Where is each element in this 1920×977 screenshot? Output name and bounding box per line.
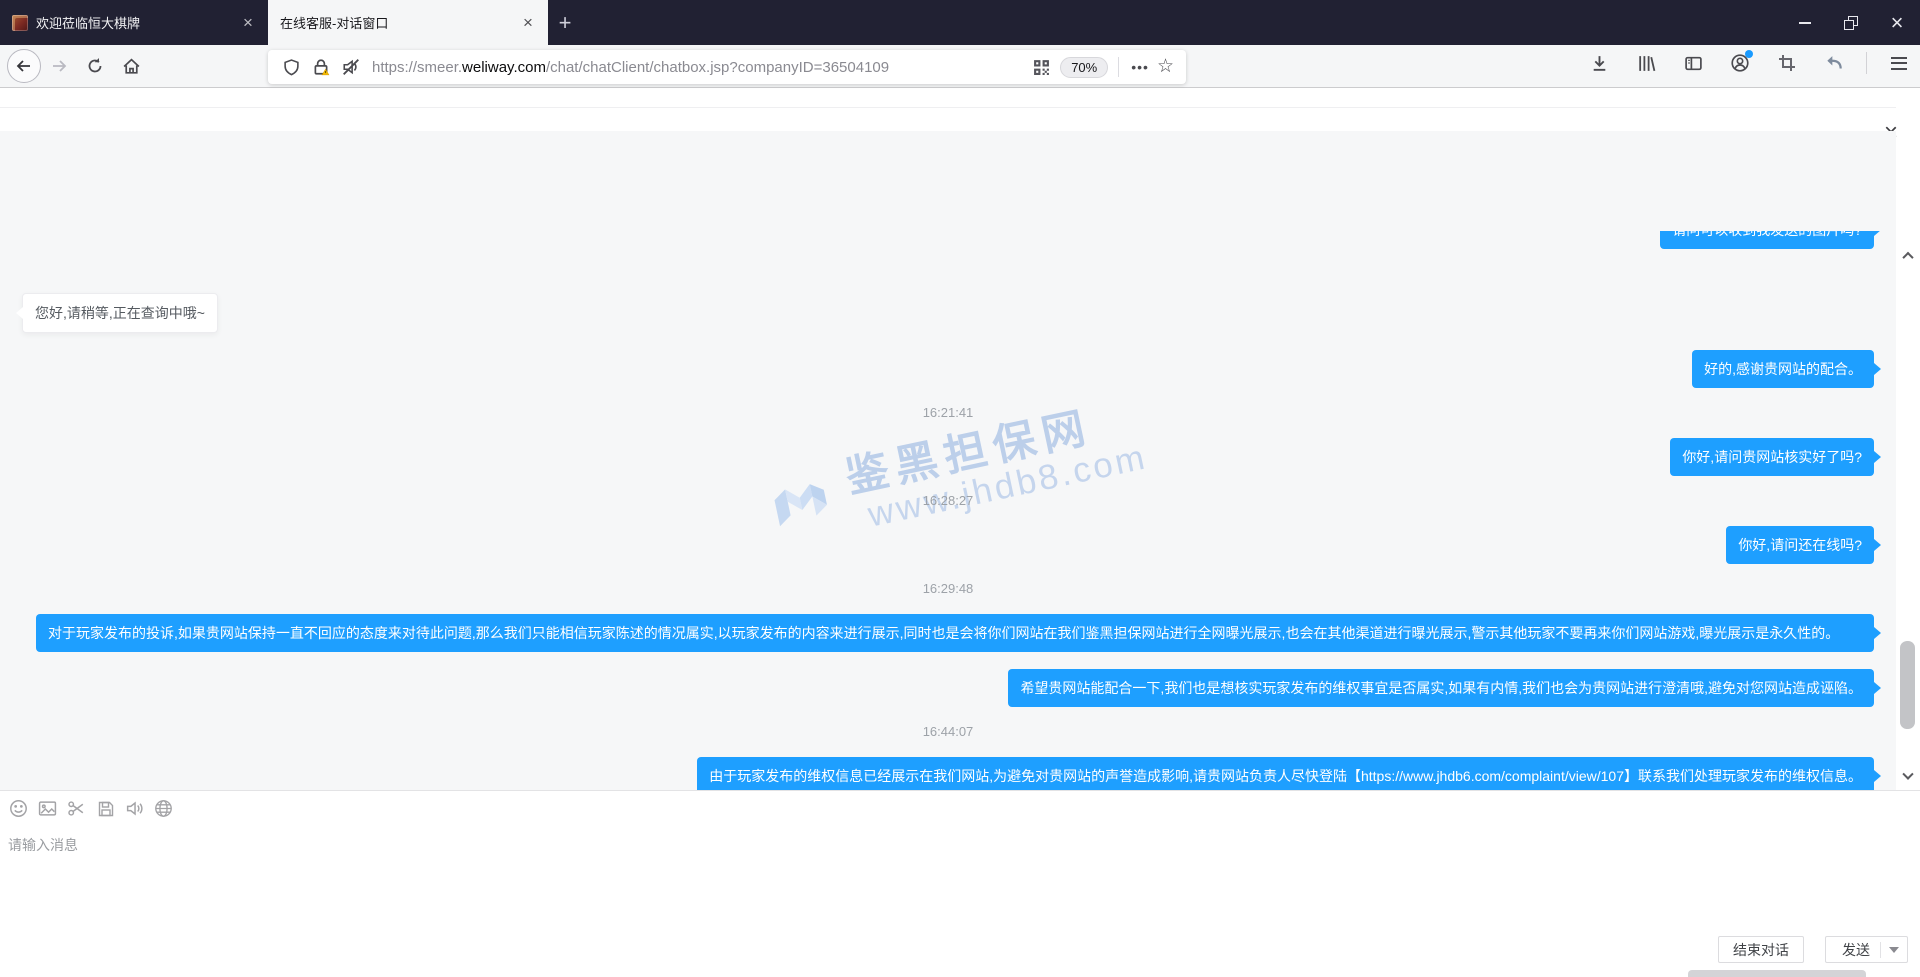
close-window-button[interactable]: × — [1874, 0, 1920, 45]
zoom-level-badge[interactable]: 70% — [1060, 57, 1108, 78]
qr-code-icon[interactable] — [1026, 52, 1056, 82]
sound-icon[interactable] — [125, 799, 144, 818]
tab-welcome[interactable]: 欢迎莅临恒大棋牌 × — [0, 0, 268, 45]
reload-button[interactable] — [77, 48, 113, 84]
message-row: 对于玩家发布的投诉,如果贵网站保持一直不回应的态度来对待此问题,那么我们只能相信… — [14, 614, 1882, 652]
close-window-icon: × — [1891, 13, 1904, 33]
chat-message-sent: 由于玩家发布的维权信息已经展示在我们网站,为避免对贵网站的声誉造成影响,请贵网站… — [697, 757, 1874, 790]
send-button-divider — [1880, 942, 1881, 958]
message-row: 你好,请问还在线吗? — [14, 526, 1882, 564]
tracking-protection-shield-icon[interactable] — [276, 52, 306, 82]
account-button[interactable] — [1725, 48, 1755, 78]
chat-message-sent: 你好,请问贵网站核实好了吗? — [1670, 438, 1874, 476]
restore-icon — [1844, 16, 1858, 30]
forward-icon — [50, 57, 68, 75]
composer-buttons: 结束对话 发送 — [1718, 936, 1908, 963]
chat-message-sent: 希望贵网站能配合一下,我们也是想核实玩家发布的维权事宜是否属实,如果有内情,我们… — [1008, 669, 1874, 707]
reload-icon — [86, 57, 104, 75]
restore-button[interactable] — [1828, 0, 1874, 45]
timestamp: 16:21:41 — [14, 405, 1882, 421]
save-icon[interactable] — [96, 799, 115, 818]
site-favicon-icon — [12, 15, 28, 31]
chat-message-sent: 对于玩家发布的投诉,如果贵网站保持一直不回应的态度来对待此问题,那么我们只能相信… — [36, 614, 1874, 652]
minimize-button[interactable] — [1782, 0, 1828, 45]
horizontal-scrollbar-thumb[interactable] — [1688, 970, 1866, 977]
tab-title: 在线客服-对话窗口 — [280, 13, 510, 32]
toolbar-separator — [1866, 52, 1867, 74]
page-actions-button[interactable]: ••• — [1131, 59, 1149, 75]
chat-message-sent: 请问可以收到我发送的图片吗? — [1660, 231, 1874, 249]
timestamp: 16:44:07 — [14, 724, 1882, 740]
url-bar[interactable]: https://smeer.weliway.com/chat/chatClien… — [268, 50, 1186, 84]
end-chat-button[interactable]: 结束对话 — [1718, 936, 1804, 963]
download-button[interactable] — [1584, 48, 1614, 78]
chat-message-received: 您好,请稍等,正在查询中哦~ — [22, 293, 218, 333]
forward-button[interactable] — [41, 48, 77, 84]
browser-titlebar: 欢迎莅临恒大棋牌 × 在线客服-对话窗口 × + × — [0, 0, 1920, 45]
chat-page: × 鉴黑担保网 www.jhdb8.com 请问可以收到我发送的图片吗?您好,请… — [0, 89, 1920, 977]
tab-chat-window[interactable]: 在线客服-对话窗口 × — [268, 0, 548, 45]
undo-button[interactable] — [1819, 48, 1849, 78]
home-button[interactable] — [113, 48, 149, 84]
message-row: 你好,请问贵网站核实好了吗? — [14, 438, 1882, 476]
composer-toolbar — [9, 799, 173, 818]
chat-message-sent: 好的,感谢贵网站的配合。 — [1692, 350, 1874, 388]
window-controls: × — [1782, 0, 1920, 45]
account-notification-dot — [1745, 50, 1753, 58]
back-button[interactable] — [7, 49, 41, 83]
screenshot-crop-button[interactable] — [1772, 48, 1802, 78]
tab-title: 欢迎莅临恒大棋牌 — [36, 13, 230, 32]
scroll-up-button[interactable] — [1896, 245, 1920, 267]
new-tab-button[interactable]: + — [548, 0, 582, 45]
autoplay-blocked-icon[interactable] — [336, 52, 366, 82]
mixed-content-lock-icon[interactable] — [306, 52, 336, 82]
message-row: 希望贵网站能配合一下,我们也是想核实玩家发布的维权事宜是否属实,如果有内情,我们… — [14, 669, 1882, 707]
urlbar-separator — [1118, 57, 1119, 77]
library-button[interactable] — [1631, 48, 1661, 78]
vertical-scrollbar[interactable] — [1896, 231, 1920, 790]
message-row: 由于玩家发布的维权信息已经展示在我们网站,为避免对贵网站的声誉造成影响,请贵网站… — [14, 757, 1882, 790]
send-button[interactable]: 发送 — [1825, 936, 1908, 963]
navigation-toolbar: https://smeer.weliway.com/chat/chatClien… — [0, 45, 1920, 88]
message-row: 好的,感谢贵网站的配合。 — [14, 350, 1882, 388]
sidebar-toggle-button[interactable] — [1678, 48, 1708, 78]
message-row: 您好,请稍等,正在查询中哦~ — [14, 293, 1882, 333]
url-text[interactable]: https://smeer.weliway.com/chat/chatClien… — [372, 59, 1026, 76]
scrollbar-thumb[interactable] — [1900, 641, 1915, 729]
emoji-icon[interactable] — [9, 799, 28, 818]
chat-messages: 请问可以收到我发送的图片吗? 您好,请稍等,正在查询中哦~ 好的,感谢贵网站的配合。… — [0, 231, 1896, 790]
bookmark-star-icon[interactable]: ☆ — [1157, 55, 1174, 78]
image-icon[interactable] — [38, 799, 57, 818]
timestamp: 16:29:48 — [14, 581, 1882, 597]
minimize-icon — [1799, 22, 1811, 24]
globe-icon[interactable] — [154, 799, 173, 818]
menu-button[interactable] — [1884, 48, 1914, 78]
timestamp: 16:28:27 — [14, 493, 1882, 509]
scroll-down-button[interactable] — [1896, 766, 1920, 788]
message-composer: 请输入消息 结束对话 发送 — [0, 790, 1920, 977]
page-header-divider — [0, 89, 1896, 108]
message-input[interactable]: 请输入消息 — [0, 829, 1920, 929]
back-icon — [15, 57, 33, 75]
send-label: 发送 — [1842, 940, 1870, 960]
toolbar-right-icons — [1584, 48, 1914, 78]
screenshot-scissors-icon[interactable] — [67, 799, 86, 818]
input-placeholder: 请输入消息 — [8, 837, 78, 853]
chat-message-sent: 你好,请问还在线吗? — [1726, 526, 1874, 564]
home-icon — [122, 57, 141, 76]
tab-close-icon[interactable]: × — [518, 14, 538, 31]
send-dropdown-caret-icon[interactable] — [1889, 947, 1899, 953]
message-row: 请问可以收到我发送的图片吗? — [14, 231, 1882, 249]
tab-close-icon[interactable]: × — [238, 14, 258, 31]
